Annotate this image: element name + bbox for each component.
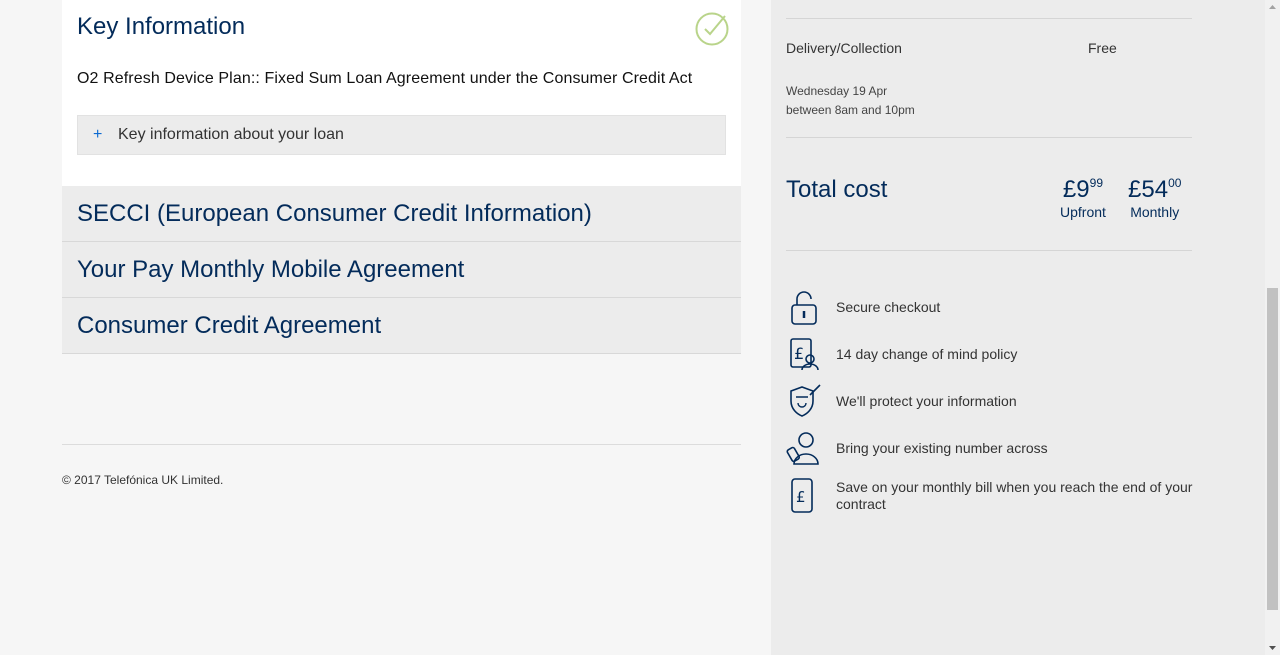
scrollbar-thumb[interactable]: [1267, 288, 1278, 610]
svg-text:£: £: [794, 344, 804, 363]
divider: [786, 18, 1192, 19]
scroll-down-icon[interactable]: [1265, 640, 1280, 655]
copyright-text: © 2017 Telefónica UK Limited.: [62, 473, 224, 487]
monthly-price: £5400 Monthly: [1128, 176, 1182, 220]
footer-divider: [62, 444, 741, 445]
page-scrollbar[interactable]: [1265, 0, 1280, 655]
padlock-icon: [791, 290, 817, 325]
divider: [786, 137, 1192, 138]
list-item: Bring your existing number across: [786, 425, 1196, 472]
pound-person-icon: £: [790, 337, 819, 370]
total-cost-label: Total cost: [786, 176, 888, 203]
key-information-title: Key Information: [77, 13, 246, 40]
svg-text:£: £: [796, 488, 806, 506]
agreement-subtitle: O2 Refresh Device Plan:: Fixed Sum Loan …: [77, 70, 693, 87]
list-item: £ Save on your monthly bill when you rea…: [786, 472, 1196, 519]
monthly-caption: Monthly: [1130, 204, 1180, 220]
agreements-column: Key Information O2 Refresh Device Plan::…: [62, 0, 741, 354]
key-information-card: Key Information O2 Refresh Device Plan::…: [62, 0, 741, 186]
delivery-label: Delivery/Collection: [786, 40, 902, 56]
delivery-date-day: Wednesday 19 Apr: [786, 84, 888, 98]
accordion-secci[interactable]: SECCI (European Consumer Credit Informat…: [62, 186, 741, 242]
loan-info-toggle[interactable]: + Key information about your loan: [77, 115, 726, 155]
benefits-list: Secure checkout £ 14 day change of mind …: [786, 284, 1196, 519]
pound-phone-icon: £: [791, 477, 813, 513]
loan-info-label: Key information about your loan: [118, 126, 344, 143]
list-item: £ 14 day change of mind policy: [786, 331, 1196, 378]
accordion-consumer-credit-agreement[interactable]: Consumer Credit Agreement: [62, 298, 741, 354]
plus-icon: +: [93, 126, 103, 143]
delivery-date-window: between 8am and 10pm: [786, 103, 915, 117]
upfront-caption: Upfront: [1060, 204, 1106, 220]
check-circle-icon: [695, 12, 729, 46]
upfront-price: £999 Upfront: [1060, 176, 1106, 220]
list-item: Secure checkout: [786, 284, 1196, 331]
shield-check-icon: [790, 383, 821, 417]
delivery-price: Free: [1088, 40, 1117, 56]
scroll-up-icon[interactable]: [1265, 0, 1280, 15]
delivery-date: Wednesday 19 Apr between 8am and 10pm: [786, 82, 915, 120]
accordion-pay-monthly-agreement[interactable]: Your Pay Monthly Mobile Agreement: [62, 242, 741, 298]
divider: [786, 250, 1192, 251]
list-item: We'll protect your information: [786, 378, 1196, 425]
order-summary-panel: Delivery/Collection Free Wednesday 19 Ap…: [771, 0, 1265, 655]
person-phone-icon: [786, 431, 819, 465]
